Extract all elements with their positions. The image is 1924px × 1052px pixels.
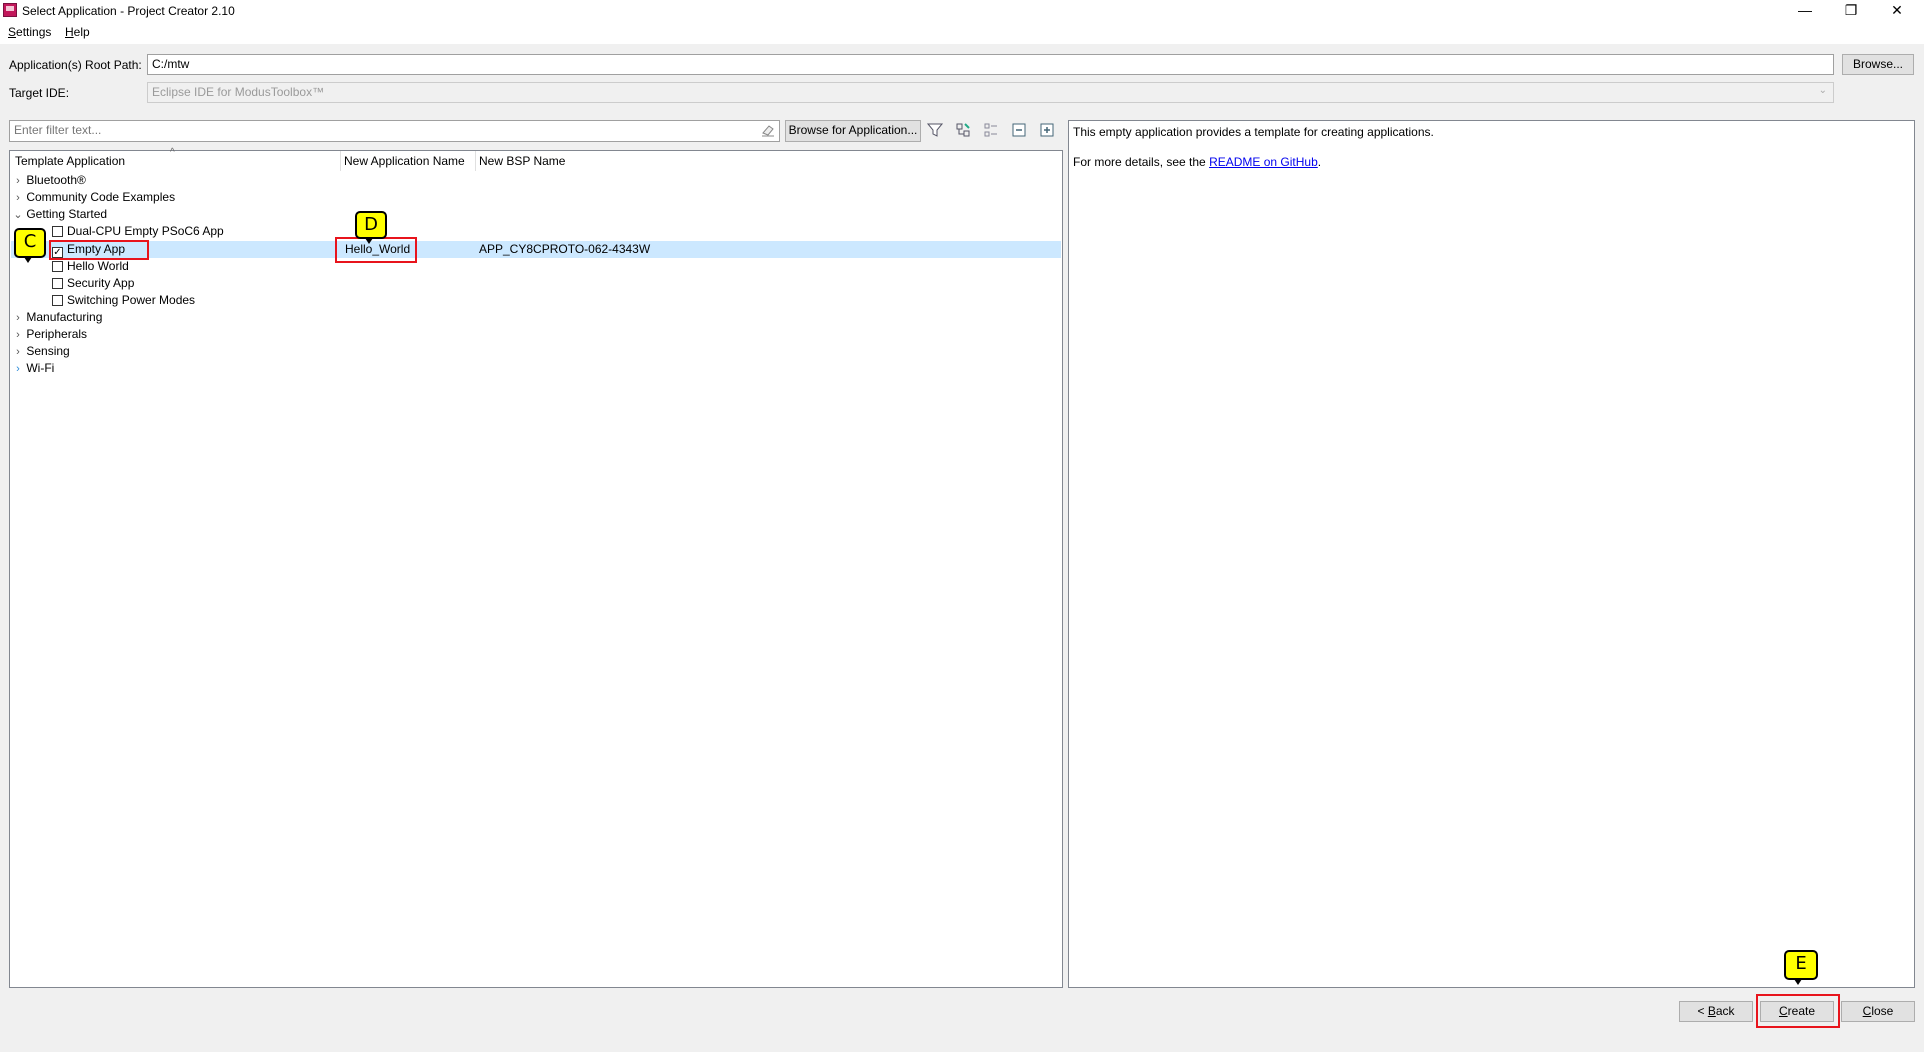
menu-settings[interactable]: Settings xyxy=(8,25,51,39)
back-prefix: < xyxy=(1697,1004,1708,1018)
tree-item-security-app[interactable]: Security App xyxy=(52,275,134,292)
chevron-right-icon[interactable]: › xyxy=(13,310,23,327)
root-path-input[interactable]: C:/mtw xyxy=(147,54,1834,75)
callout-c: C xyxy=(14,228,46,263)
annotation-highlight-app-name xyxy=(335,237,417,263)
annotation-highlight-create xyxy=(1756,994,1840,1028)
column-divider xyxy=(340,151,341,171)
expand-all-icon[interactable] xyxy=(1038,122,1056,140)
column-header-template[interactable]: Template Application xyxy=(15,154,125,168)
tree-item-label: Sensing xyxy=(26,344,70,358)
callout-e: E xyxy=(1784,950,1818,985)
tree-filter-icon[interactable] xyxy=(954,122,972,140)
tree-item-label: Bluetooth® xyxy=(26,173,86,187)
chevron-down-icon[interactable]: ⌄ xyxy=(13,207,23,224)
chevron-right-icon[interactable]: › xyxy=(13,327,23,344)
menu-help-label: elp xyxy=(73,25,90,39)
menu-help[interactable]: Help xyxy=(65,25,90,39)
new-bsp-name-cell: APP_CY8CPROTO-062-4343W xyxy=(479,242,651,256)
filter-icon[interactable] xyxy=(926,122,944,140)
template-tree-pane: Template Application ^ New Application N… xyxy=(9,147,1063,988)
tree-item-label: Community Code Examples xyxy=(26,190,176,204)
close-label: lose xyxy=(1871,1004,1894,1018)
window-title: Select Application - Project Creator 2.1… xyxy=(22,4,235,18)
description-text: This empty application provides a templa… xyxy=(1073,125,1434,139)
back-label: ack xyxy=(1715,1004,1735,1018)
checkbox[interactable] xyxy=(52,261,63,272)
chevron-down-icon: ⌄ xyxy=(1818,85,1827,96)
app-icon xyxy=(3,3,17,17)
column-header-new-bsp[interactable]: New BSP Name xyxy=(479,154,565,168)
target-ide-label: Target IDE: xyxy=(9,86,70,100)
checkbox[interactable] xyxy=(52,226,63,237)
filter-placeholder: Enter filter text... xyxy=(14,123,102,137)
details-suffix: . xyxy=(1317,155,1322,169)
chevron-right-icon[interactable]: › xyxy=(13,190,23,207)
minimize-button[interactable]: — xyxy=(1782,0,1828,22)
checkbox[interactable] xyxy=(52,295,63,306)
root-path-label: Application(s) Root Path: xyxy=(9,58,142,72)
tree-item-community[interactable]: › Community Code Examples xyxy=(13,189,175,206)
close-window-button[interactable]: ✕ xyxy=(1874,0,1920,22)
column-divider xyxy=(475,151,476,171)
back-mnemonic: B xyxy=(1707,1004,1716,1018)
eraser-icon[interactable] xyxy=(761,123,775,137)
target-ide-select[interactable]: Eclipse IDE for ModusToolbox™ ⌄ xyxy=(147,82,1834,103)
target-ide-value: Eclipse IDE for ModusToolbox™ xyxy=(152,85,325,99)
browse-button[interactable]: Browse... xyxy=(1842,54,1914,75)
chevron-right-icon[interactable]: › xyxy=(13,173,23,190)
readme-link[interactable]: README on GitHub xyxy=(1209,155,1318,169)
tree-item-getting-started[interactable]: ⌄ Getting Started xyxy=(13,206,107,223)
menu-settings-mnemonic: S xyxy=(8,25,17,39)
tree-item-label: Hello World xyxy=(67,259,129,273)
tree-item-label: Getting Started xyxy=(26,207,108,221)
callout-d: D xyxy=(355,211,387,244)
tree-item-label: Manufacturing xyxy=(26,310,103,324)
chevron-right-icon[interactable]: › xyxy=(13,361,23,378)
close-button[interactable]: Close xyxy=(1841,1001,1915,1022)
menu-bar: Settings Help xyxy=(0,22,1924,44)
expand-selected-icon[interactable] xyxy=(982,122,1000,140)
column-header-new-name[interactable]: New Application Name xyxy=(344,154,465,168)
tree-item-wifi[interactable]: › Wi-Fi xyxy=(13,360,54,377)
collapse-all-icon[interactable] xyxy=(1010,122,1028,140)
tree-item-label: Dual-CPU Empty PSoC6 App xyxy=(67,224,224,238)
tree-item-label: Wi-Fi xyxy=(26,361,55,375)
tree-item-label: Security App xyxy=(67,276,135,290)
restore-button[interactable]: ❐ xyxy=(1828,0,1874,22)
tree-item-sensing[interactable]: › Sensing xyxy=(13,343,70,360)
tree-item-hello-world[interactable]: Hello World xyxy=(52,258,129,275)
browse-for-application-button[interactable]: Browse for Application... xyxy=(785,120,921,142)
checkbox[interactable] xyxy=(52,278,63,289)
tree-item-label: Switching Power Modes xyxy=(67,293,196,307)
menu-settings-label: ettings xyxy=(16,25,52,39)
annotation-highlight-empty-app xyxy=(49,240,149,260)
tree-item-peripherals[interactable]: › Peripherals xyxy=(13,326,87,343)
menu-help-mnemonic: H xyxy=(65,25,74,39)
description-details: For more details, see the README on GitH… xyxy=(1073,155,1321,169)
details-prefix: For more details, see the xyxy=(1073,155,1210,169)
tree-item-label: Peripherals xyxy=(26,327,88,341)
tree-item-bluetooth[interactable]: › Bluetooth® xyxy=(13,172,86,189)
tree-item-dual-cpu[interactable]: Dual-CPU Empty PSoC6 App xyxy=(52,223,224,240)
title-bar: Select Application - Project Creator 2.1… xyxy=(0,0,1924,22)
description-pane: This empty application provides a templa… xyxy=(1068,120,1915,988)
filter-input[interactable]: Enter filter text... xyxy=(9,120,780,142)
chevron-right-icon[interactable]: › xyxy=(13,344,23,361)
tree-item-switching-power[interactable]: Switching Power Modes xyxy=(52,292,195,309)
back-button[interactable]: < Back xyxy=(1679,1001,1753,1022)
sort-caret-icon: ^ xyxy=(170,147,175,158)
tree-item-manufacturing[interactable]: › Manufacturing xyxy=(13,309,102,326)
